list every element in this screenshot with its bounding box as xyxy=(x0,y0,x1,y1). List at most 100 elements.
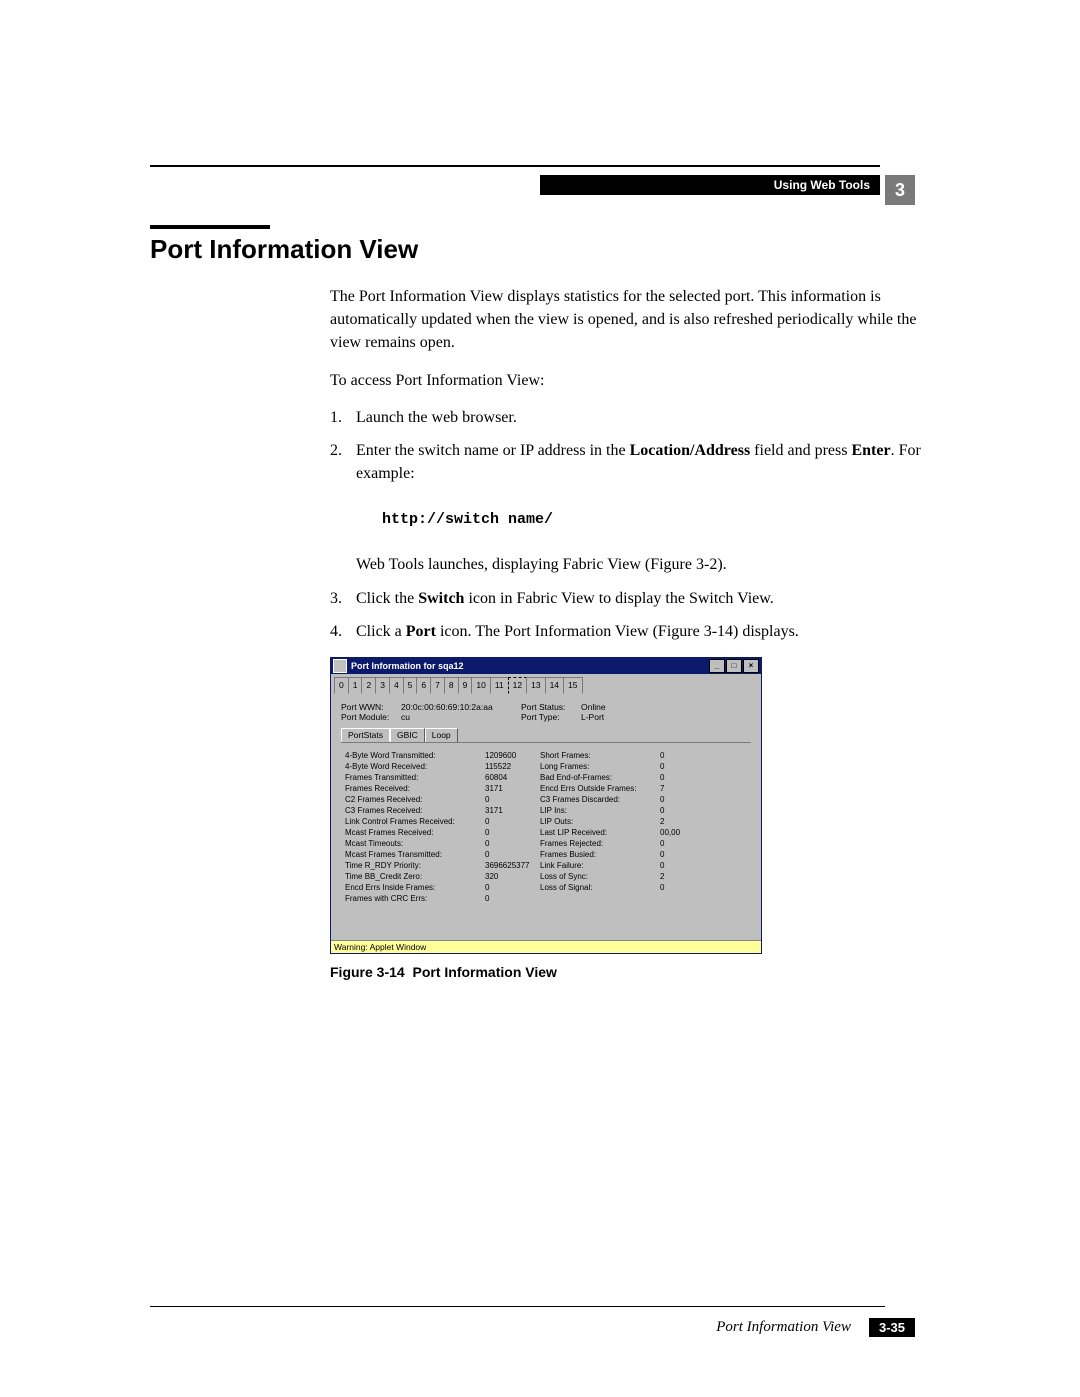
close-button[interactable]: × xyxy=(743,659,759,673)
stat-value: 0 xyxy=(485,894,540,904)
maximize-button[interactable]: □ xyxy=(726,659,742,673)
port-tab-10[interactable]: 10 xyxy=(471,677,490,694)
stat-label: Loss of Signal: xyxy=(540,883,660,893)
page-number: 3-35 xyxy=(869,1318,915,1337)
port-stats-panel: 4-Byte Word Transmitted:1209600Short Fra… xyxy=(341,742,751,934)
stat-label: Frames Rejected: xyxy=(540,839,660,849)
port-tab-1[interactable]: 1 xyxy=(348,677,363,694)
port-tab-14[interactable]: 14 xyxy=(545,677,564,694)
stat-label: Encd Errs Inside Frames: xyxy=(345,883,485,893)
figure-caption: Figure 3-14 Port Information View xyxy=(330,964,980,980)
stat-label: 4-Byte Word Received: xyxy=(345,762,485,772)
stat-value: 2 xyxy=(660,872,700,882)
stat-label: Mcast Frames Transmitted: xyxy=(345,850,485,860)
stat-value: 0 xyxy=(660,762,700,772)
stat-label: Link Control Frames Received: xyxy=(345,817,485,827)
stat-value: 2 xyxy=(660,817,700,827)
tab-portstats[interactable]: PortStats xyxy=(341,728,390,742)
section-overline xyxy=(150,225,270,229)
stat-value: 0 xyxy=(660,883,700,893)
stat-value: 1209600 xyxy=(485,751,540,761)
stat-label: C2 Frames Received: xyxy=(345,795,485,805)
port-tab-6[interactable]: 6 xyxy=(416,677,431,694)
tab-gbic[interactable]: GBIC xyxy=(390,728,425,742)
step-3: Click the Switch icon in Fabric View to … xyxy=(356,587,774,610)
access-lead: To access Port Information View: xyxy=(330,369,940,392)
stat-value: 0 xyxy=(485,817,540,827)
window-title: Port Information for sqa12 xyxy=(351,658,464,674)
stat-label: Time BB_Credit Zero: xyxy=(345,872,485,882)
chapter-badge: 3 xyxy=(885,175,915,205)
port-info-window: Port Information for sqa12 _ □ × 0123456… xyxy=(330,657,762,954)
stat-value: 00,00 xyxy=(660,828,700,838)
stat-value: 115522 xyxy=(485,762,540,772)
stat-value: 0 xyxy=(485,850,540,860)
stat-label: Mcast Timeouts: xyxy=(345,839,485,849)
stat-value xyxy=(660,894,700,904)
stat-label: C3 Frames Discarded: xyxy=(540,795,660,805)
stat-value: 0 xyxy=(660,773,700,783)
top-rule xyxy=(150,165,880,167)
stat-label: Bad End-of-Frames: xyxy=(540,773,660,783)
stat-value: 0 xyxy=(660,751,700,761)
tab-loop[interactable]: Loop xyxy=(425,728,458,742)
stat-value: 320 xyxy=(485,872,540,882)
stat-label: Frames with CRC Errs: xyxy=(345,894,485,904)
stat-value: 0 xyxy=(660,839,700,849)
stat-value: 0 xyxy=(660,861,700,871)
label-port-module: Port Module: xyxy=(341,712,401,722)
page-footer: Port Information View 3-35 xyxy=(716,1318,915,1337)
stat-label: Long Frames: xyxy=(540,762,660,772)
stat-label: LIP Ins: xyxy=(540,806,660,816)
stat-label: Frames Transmitted: xyxy=(345,773,485,783)
stat-label: 4-Byte Word Transmitted: xyxy=(345,751,485,761)
stat-value: 60804 xyxy=(485,773,540,783)
intro-paragraph: The Port Information View displays stati… xyxy=(330,285,940,355)
stat-value: 0 xyxy=(660,850,700,860)
port-tab-12[interactable]: 12 xyxy=(508,677,527,694)
port-tab-5[interactable]: 5 xyxy=(403,677,418,694)
stat-value: 3696625377 xyxy=(485,861,540,871)
stat-label: Encd Errs Outside Frames: xyxy=(540,784,660,794)
port-tab-15[interactable]: 15 xyxy=(563,677,582,694)
port-tab-8[interactable]: 8 xyxy=(444,677,459,694)
port-tab-9[interactable]: 9 xyxy=(458,677,473,694)
stat-label: C3 Frames Received: xyxy=(345,806,485,816)
stat-value: 0 xyxy=(485,795,540,805)
step-4: Click a Port icon. The Port Information … xyxy=(356,620,799,643)
port-tab-bar: 0123456789101112131415 xyxy=(331,674,761,694)
stat-label xyxy=(540,894,660,904)
stat-label: LIP Outs: xyxy=(540,817,660,827)
stat-value: 0 xyxy=(660,806,700,816)
stat-label: Time R_RDY Priority: xyxy=(345,861,485,871)
port-tab-0[interactable]: 0 xyxy=(334,677,349,694)
value-port-wwn: 20:0c:00:60:69:10:2a:aa xyxy=(401,702,521,712)
running-header: Using Web Tools xyxy=(540,175,880,195)
example-url: http://switch name/ xyxy=(382,509,940,531)
port-tab-7[interactable]: 7 xyxy=(430,677,445,694)
value-port-module: cu xyxy=(401,712,521,722)
stat-label: Frames Received: xyxy=(345,784,485,794)
stat-label: Loss of Sync: xyxy=(540,872,660,882)
window-titlebar[interactable]: Port Information for sqa12 _ □ × xyxy=(331,658,761,674)
instruction-list: 1.Launch the web browser. 2. Enter the s… xyxy=(330,406,940,643)
stat-label: Link Failure: xyxy=(540,861,660,871)
stat-value: 0 xyxy=(660,795,700,805)
applet-warning: Warning: Applet Window xyxy=(331,940,761,953)
stat-label: Last LIP Received: xyxy=(540,828,660,838)
stat-value: 3171 xyxy=(485,806,540,816)
minimize-button[interactable]: _ xyxy=(709,659,725,673)
value-port-status: Online xyxy=(581,702,641,712)
stat-label: Short Frames: xyxy=(540,751,660,761)
port-tab-11[interactable]: 11 xyxy=(490,677,509,694)
step-2: Enter the switch name or IP address in t… xyxy=(356,439,940,577)
port-tab-3[interactable]: 3 xyxy=(375,677,390,694)
stat-label: Frames Busied: xyxy=(540,850,660,860)
port-tab-13[interactable]: 13 xyxy=(526,677,545,694)
port-tab-4[interactable]: 4 xyxy=(389,677,404,694)
body-column: The Port Information View displays stati… xyxy=(330,285,940,643)
stat-value: 0 xyxy=(485,828,540,838)
port-tab-2[interactable]: 2 xyxy=(361,677,376,694)
app-icon xyxy=(333,659,347,673)
footer-section-title: Port Information View xyxy=(716,1319,851,1336)
